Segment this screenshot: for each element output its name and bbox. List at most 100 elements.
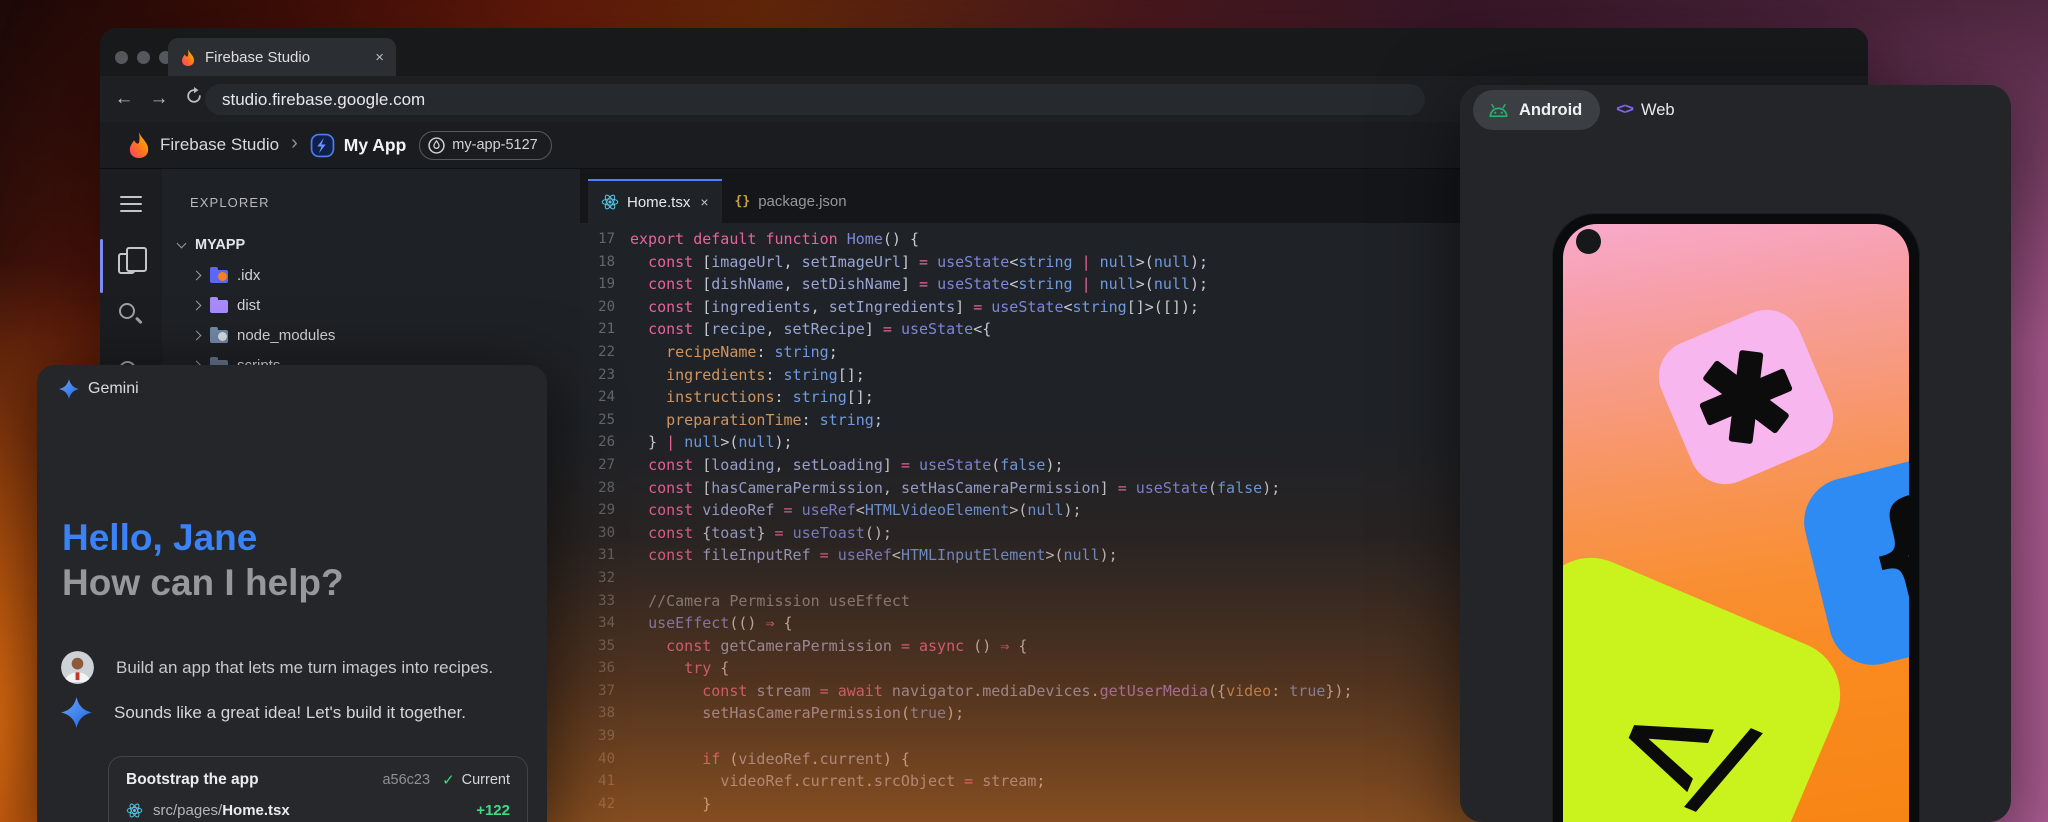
status-badge: Current [462,772,510,788]
line-number: 30 [580,522,615,545]
folder-label: dist [237,297,260,314]
web-toggle[interactable]: <> Web [1616,101,1674,120]
firebase-logo [128,132,150,158]
react-icon [601,193,619,211]
user-message: Build an app that lets me turn images in… [61,651,493,684]
line-number: 22 [580,341,615,364]
gemini-greeting: Hello, Jane How can I help? [62,515,344,605]
line-number: 20 [580,296,615,319]
line-number: 17 [580,228,615,251]
android-icon [1487,103,1510,118]
url-text: studio.firebase.google.com [222,90,425,110]
line-number: 19 [580,273,615,296]
line-number: 33 [580,590,615,613]
reload-icon[interactable] [183,87,205,111]
line-number: 29 [580,499,615,522]
line-number: 42 [580,793,615,816]
editor-tab-label: package.json [758,193,846,210]
editor-tab-package[interactable]: {} package.json [722,179,860,223]
project-name[interactable]: My App [344,135,407,156]
line-number: 41 [580,770,615,793]
line-number: 31 [580,544,615,567]
code-tile: </ [1563,541,1857,822]
avatar [61,651,94,684]
tab-close-icon[interactable]: × [700,194,708,210]
code-brackets-icon: <> [1616,101,1633,119]
project-id-badge[interactable]: my-app-5127 [419,131,551,160]
gemini-header: Gemini [59,379,139,399]
forward-icon[interactable]: → [148,88,170,110]
url-bar[interactable]: studio.firebase.google.com [205,84,1425,115]
line-number: 28 [580,477,615,500]
screenshot-stage: Firebase Studio × ← → studio.firebase.go… [0,0,2048,822]
gemini-star-icon [59,379,79,399]
chevron-right-icon [192,300,202,310]
explorer-icon[interactable] [118,253,135,274]
firebase-favicon [180,49,196,66]
tab-close-icon[interactable]: × [375,49,384,66]
android-toggle[interactable]: Android [1473,90,1600,130]
editor-tab-label: Home.tsx [627,194,690,211]
file-tree-root[interactable]: MYAPP [162,230,580,260]
line-number: 40 [580,748,615,771]
phone-screen[interactable]: { </ [1563,224,1909,822]
chevron-down-icon [177,239,187,249]
commit-hash: a56c23 [382,772,430,788]
android-label: Android [1519,101,1582,120]
file-name: Home.tsx [222,802,290,819]
folder-icon [210,270,228,283]
bootstrap-title: Bootstrap the app [126,771,259,789]
line-number: 39 [580,725,615,748]
asterisk-tile [1648,299,1845,496]
react-icon [126,802,143,819]
changed-file-row[interactable]: src/pages/Home.tsx +122 [126,802,510,819]
file-path: src/pages/Home.tsx [153,802,290,819]
menu-icon[interactable] [120,196,142,198]
chevron-right-icon [192,270,202,280]
json-icon: {} [735,194,751,209]
platform-toggle: Android <> Web [1473,90,1675,130]
line-number: 26 [580,431,615,454]
line-number: 21 [580,318,615,341]
line-number: 38 [580,702,615,725]
project-id: my-app-5127 [452,137,537,153]
editor-tab-home[interactable]: Home.tsx × [588,179,722,223]
line-number: 18 [580,251,615,274]
window-control-dot[interactable] [115,51,128,64]
browser-tabstrip: Firebase Studio × [100,28,1868,76]
window-control-dot[interactable] [137,51,150,64]
brand-label[interactable]: Firebase Studio [160,135,279,155]
camera-punch-hole [1576,229,1601,254]
chevron-right-icon [192,330,202,340]
search-icon[interactable] [119,303,135,319]
browser-tab-title: Firebase Studio [205,49,310,66]
asterisk-icon [1686,337,1807,458]
file-tree: MYAPP .idxdistnode_modulesscripts [162,230,580,380]
droplet-icon [428,137,445,154]
file-tree-items: .idxdistnode_modulesscripts [162,260,580,380]
gemini-star-icon [61,697,92,728]
file-tree-item[interactable]: dist [162,290,580,320]
diff-count: +122 [476,802,510,819]
file-tree-item[interactable]: .idx [162,260,580,290]
bootstrap-card[interactable]: Bootstrap the app a56c23 ✓ Current src/p… [108,756,528,822]
line-number: 24 [580,386,615,409]
line-number: 37 [580,680,615,703]
gemini-message-text: Sounds like a great idea! Let's build it… [114,703,466,723]
folder-icon [210,330,228,343]
check-icon: ✓ [442,771,455,789]
line-number: 25 [580,409,615,432]
browser-tab[interactable]: Firebase Studio × [168,38,396,76]
line-number: 23 [580,364,615,387]
gemini-label: Gemini [88,380,139,398]
greeting-line2: How can I help? [62,560,344,605]
folder-icon [210,300,228,313]
back-icon[interactable]: ← [113,88,135,110]
root-folder-label: MYAPP [195,237,245,253]
line-number: 34 [580,612,615,635]
line-number: 32 [580,567,615,590]
greeting-line1: Hello, Jane [62,515,344,560]
phone-mockup: { </ [1552,213,1920,822]
file-tree-item[interactable]: node_modules [162,320,580,350]
web-label: Web [1641,101,1675,120]
